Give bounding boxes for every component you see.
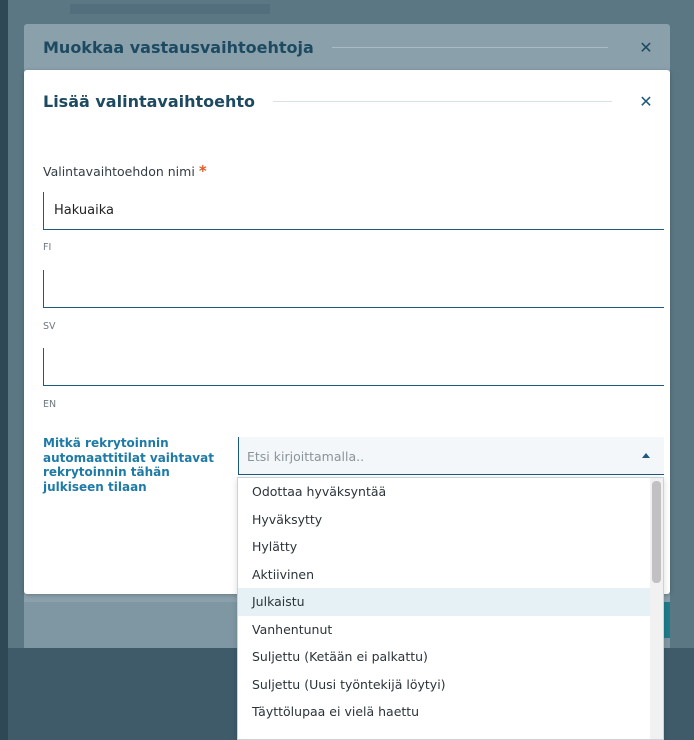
dropdown-option-highlighted[interactable]: Julkaistu bbox=[238, 588, 650, 616]
inner-modal-title: Lisää valintavaihtoehto bbox=[43, 91, 256, 111]
outer-modal-title: Muokkaa vastausvaihtoehtoja bbox=[43, 37, 314, 57]
required-star: * bbox=[198, 162, 207, 180]
dropdown-option[interactable]: Suljettu (Uusi työntekijä löytyi) bbox=[238, 671, 650, 699]
outer-header-divider bbox=[331, 46, 608, 48]
lang-label-sv: SV bbox=[43, 321, 56, 332]
status-select[interactable] bbox=[238, 437, 664, 476]
dropdown-option[interactable]: Hyväksytty bbox=[238, 506, 650, 534]
lang-label-fi: FI bbox=[43, 242, 52, 253]
option-name-label-text: Valintavaihtoehdon nimi bbox=[43, 164, 195, 179]
caret-up-icon[interactable] bbox=[642, 453, 650, 458]
status-search-input[interactable] bbox=[245, 437, 629, 476]
dropdown-scrollbar[interactable] bbox=[650, 478, 663, 739]
name-en-input[interactable] bbox=[43, 348, 664, 386]
dropdown-option[interactable]: Aktiivinen bbox=[238, 561, 650, 589]
scrollbar-thumb[interactable] bbox=[652, 481, 661, 583]
auto-status-question: Mitkä rekrytoinnin automaattitilat vaiht… bbox=[43, 436, 214, 494]
status-options-list: Odottaa hyväksyntää Hyväksytty Hylätty A… bbox=[238, 478, 650, 726]
dropdown-option[interactable]: Vanhentunut bbox=[238, 616, 650, 644]
lang-label-en: EN bbox=[43, 399, 57, 410]
dropdown-option[interactable]: Hylätty bbox=[238, 533, 650, 561]
inner-modal-header: Lisää valintavaihtoehto ✕ bbox=[24, 84, 670, 118]
status-dropdown: Odottaa hyväksyntää Hyväksytty Hylätty A… bbox=[237, 477, 664, 740]
name-fi-input[interactable] bbox=[43, 192, 664, 230]
outer-close-icon[interactable]: ✕ bbox=[638, 38, 654, 57]
dropdown-option[interactable]: Täyttölupaa ei vielä haettu bbox=[238, 698, 650, 726]
outer-modal-header: Muokkaa vastausvaihtoehtoja ✕ bbox=[24, 24, 670, 70]
background-left-strip bbox=[0, 0, 8, 740]
option-name-label: Valintavaihtoehdon nimi * bbox=[43, 162, 207, 180]
background-heading bbox=[70, 4, 270, 14]
name-sv-input[interactable] bbox=[43, 270, 664, 308]
close-icon[interactable]: ✕ bbox=[638, 92, 654, 111]
inner-header-divider bbox=[273, 100, 612, 102]
dropdown-option[interactable]: Suljettu (Ketään ei palkattu) bbox=[238, 643, 650, 671]
dropdown-option[interactable]: Odottaa hyväksyntää bbox=[238, 478, 650, 506]
